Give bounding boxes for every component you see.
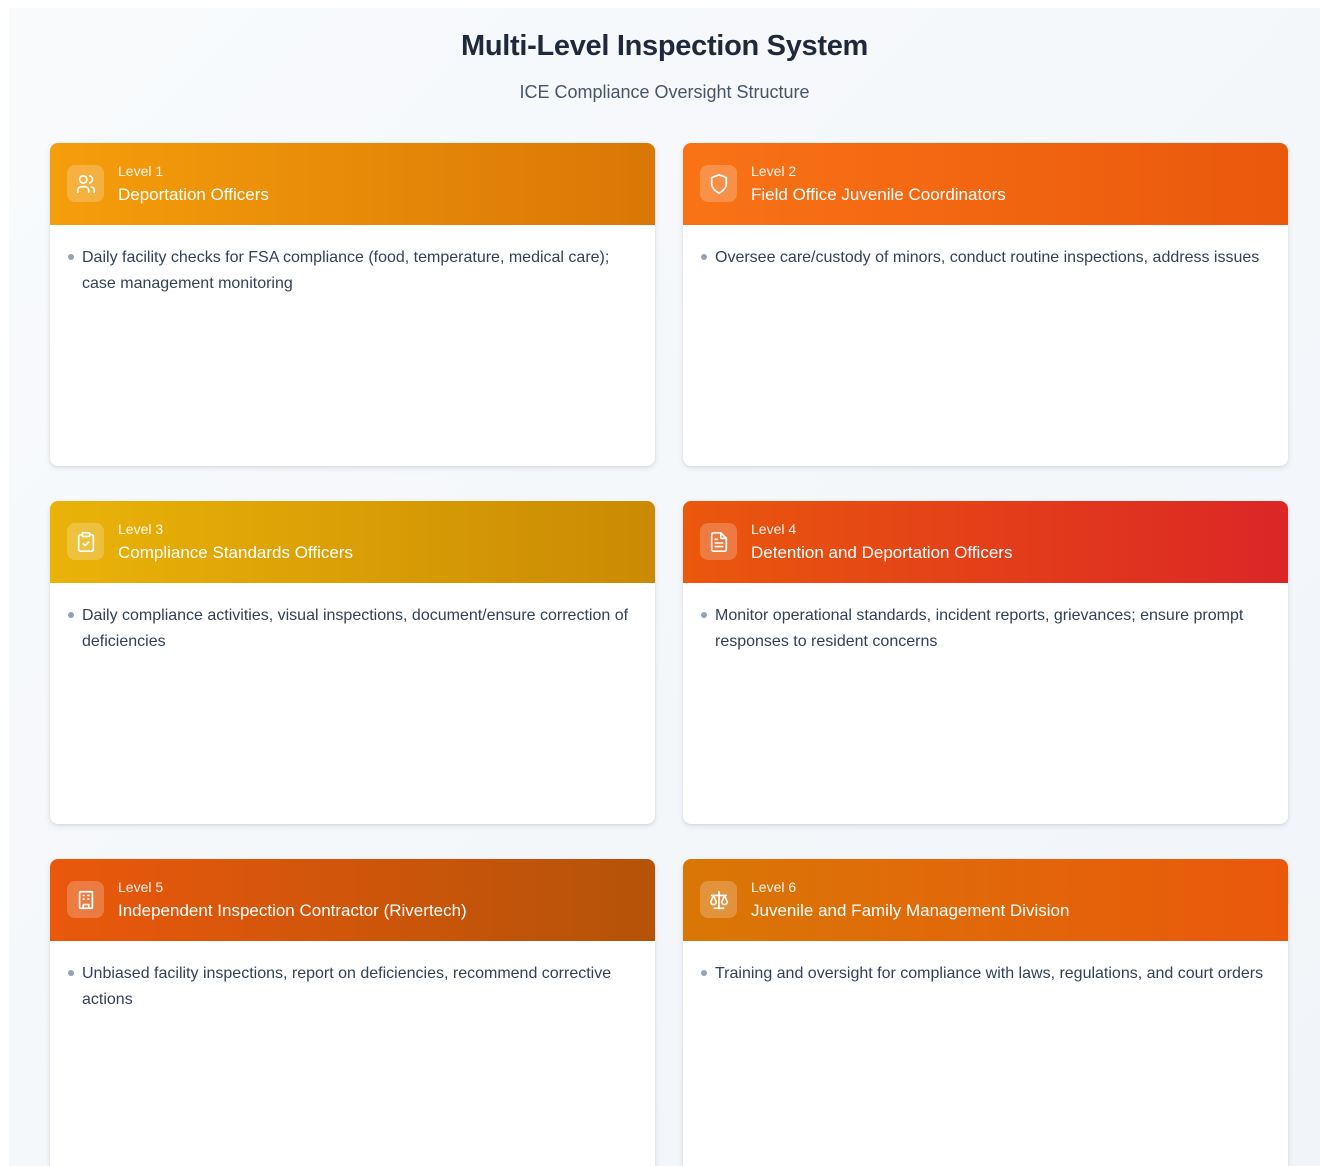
level-card-4: Level 4 Detention and Deportation Office… xyxy=(683,501,1288,824)
level-role-title: Detention and Deportation Officers xyxy=(751,543,1013,562)
page-title: Multi-Level Inspection System xyxy=(460,30,869,62)
level-card-header: Level 1 Deportation Officers xyxy=(50,143,655,225)
level-card-header: Level 5 Independent Inspection Contracto… xyxy=(50,859,655,941)
responsibility-item: Unbiased facility inspections, report on… xyxy=(66,961,633,1013)
level-label: Level 5 xyxy=(118,879,164,895)
level-card-6: Level 6 Juvenile and Family Management D… xyxy=(683,859,1288,1166)
level-card-1: Level 1 Deportation Officers Daily facil… xyxy=(50,143,655,466)
bullet-dot xyxy=(701,254,707,260)
responsibility-text: Daily facility checks for FSA compliance… xyxy=(82,249,610,292)
responsibility-text: Training and oversight for compliance wi… xyxy=(715,965,1264,982)
bullet-dot xyxy=(701,970,707,976)
level-card-header: Level 3 Compliance Standards Officers xyxy=(50,501,655,583)
responsibility-item: Training and oversight for compliance wi… xyxy=(699,961,1266,987)
file-text-icon xyxy=(700,523,737,560)
level-card-body: Monitor operational standards, incident … xyxy=(683,583,1288,655)
bullet-dot xyxy=(68,612,74,618)
building-icon xyxy=(67,881,104,918)
responsibility-item: Daily facility checks for FSA compliance… xyxy=(66,245,633,297)
level-card-3: Level 3 Compliance Standards Officers Da… xyxy=(50,501,655,824)
responsibility-text: Oversee care/custody of minors, conduct … xyxy=(715,249,1260,266)
level-label: Level 4 xyxy=(751,521,797,537)
bullet-dot xyxy=(68,254,74,260)
level-label: Level 3 xyxy=(118,521,164,537)
responsibility-item: Monitor operational standards, incident … xyxy=(699,603,1266,655)
level-label: Level 6 xyxy=(751,879,797,895)
diagram-canvas: Multi-Level Inspection System ICE Compli… xyxy=(9,8,1320,1166)
level-role-title: Independent Inspection Contractor (River… xyxy=(118,901,467,920)
responsibility-text: Unbiased facility inspections, report on… xyxy=(82,965,612,1008)
level-role-title: Juvenile and Family Management Division xyxy=(751,901,1070,920)
level-role-title: Deportation Officers xyxy=(118,185,269,204)
level-card-header: Level 4 Detention and Deportation Office… xyxy=(683,501,1288,583)
responsibility-item: Oversee care/custody of minors, conduct … xyxy=(699,245,1266,271)
responsibility-text: Daily compliance activities, visual insp… xyxy=(82,607,629,650)
scale-icon xyxy=(700,881,737,918)
bullet-dot xyxy=(68,970,74,976)
level-card-header: Level 6 Juvenile and Family Management D… xyxy=(683,859,1288,941)
clipboard-check-icon xyxy=(67,523,104,560)
level-card-body: Oversee care/custody of minors, conduct … xyxy=(683,225,1288,271)
level-role-title: Field Office Juvenile Coordinators xyxy=(751,185,1006,204)
level-card-body: Training and oversight for compliance wi… xyxy=(683,941,1288,987)
shield-icon xyxy=(700,165,737,202)
level-card-body: Daily facility checks for FSA compliance… xyxy=(50,225,655,297)
bullet-dot xyxy=(701,612,707,618)
responsibility-item: Daily compliance activities, visual insp… xyxy=(66,603,633,655)
level-card-body: Daily compliance activities, visual insp… xyxy=(50,583,655,655)
level-card-5: Level 5 Independent Inspection Contracto… xyxy=(50,859,655,1166)
responsibility-text: Monitor operational standards, incident … xyxy=(715,607,1244,650)
page-subtitle: ICE Compliance Oversight Structure xyxy=(519,82,810,102)
level-card-body: Unbiased facility inspections, report on… xyxy=(50,941,655,1013)
level-label: Level 1 xyxy=(118,163,164,179)
level-label: Level 2 xyxy=(751,163,797,179)
level-card-header: Level 2 Field Office Juvenile Coordinato… xyxy=(683,143,1288,225)
users-icon xyxy=(67,165,104,202)
level-role-title: Compliance Standards Officers xyxy=(118,543,353,562)
level-card-2: Level 2 Field Office Juvenile Coordinato… xyxy=(683,143,1288,466)
